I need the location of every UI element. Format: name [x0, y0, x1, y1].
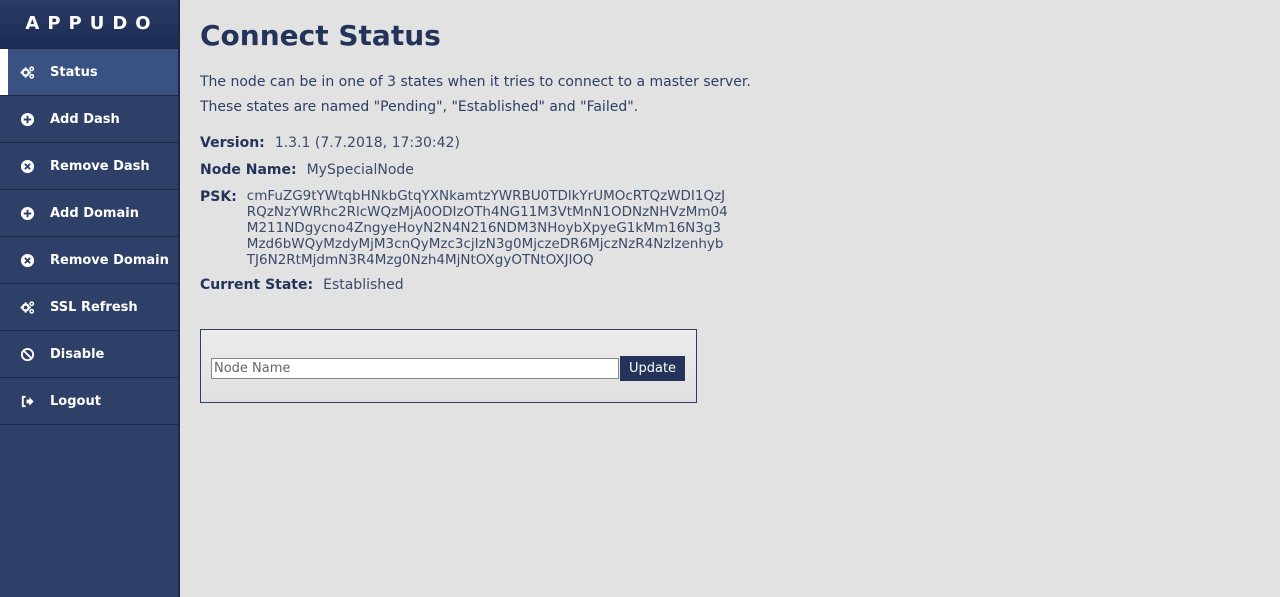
plus-circle-icon: [19, 111, 35, 127]
version-value: 1.3.1 (7.7.2018, 17:30:42): [274, 135, 460, 151]
description-line-2: These states are named "Pending", "Estab…: [200, 99, 639, 115]
sign-out-icon: [19, 393, 35, 409]
gears-icon: [19, 299, 35, 315]
brand-logo: APPUDO: [0, 0, 178, 49]
psk-label: PSK:: [200, 189, 237, 205]
sidebar-item-remove-domain[interactable]: Remove Domain: [0, 237, 178, 284]
sidebar-item-label: Add Domain: [50, 205, 139, 221]
x-circle-icon: [19, 158, 35, 174]
main-content: Connect Status The node can be in one of…: [200, 0, 1280, 403]
sidebar-item-label: Logout: [50, 393, 101, 409]
gears-icon: [19, 64, 35, 80]
x-circle-icon: [19, 252, 35, 268]
node-name-label: Node Name:: [200, 162, 297, 178]
plus-circle-icon: [19, 205, 35, 221]
version-row: Version: 1.3.1 (7.7.2018, 17:30:42): [200, 134, 1280, 152]
page-title: Connect Status: [200, 19, 441, 52]
sidebar-item-label: Status: [50, 64, 98, 80]
version-label: Version:: [200, 135, 265, 151]
sidebar-item-label: Remove Dash: [50, 158, 150, 174]
current-state-label: Current State:: [200, 277, 314, 293]
sidebar-item-add-domain[interactable]: Add Domain: [0, 190, 178, 237]
sidebar-item-label: Remove Domain: [50, 252, 169, 268]
current-state-value: Established: [323, 277, 404, 293]
sidebar: APPUDO Status Add Dash Remove Dash Add D…: [0, 0, 180, 597]
node-name-value: MySpecialNode: [306, 162, 414, 178]
sidebar-item-remove-dash[interactable]: Remove Dash: [0, 143, 178, 190]
psk-row: PSK: cmFuZG9tYWtqbHNkbGtqYXNkamtzYWRBU0T…: [200, 188, 1280, 268]
sidebar-item-logout[interactable]: Logout: [0, 378, 178, 425]
sidebar-item-status[interactable]: Status: [0, 49, 178, 96]
psk-value: cmFuZG9tYWtqbHNkbGtqYXNkamtzYWRBU0TDlkYr…: [246, 188, 728, 268]
description-line-1: The node can be in one of 3 states when …: [200, 74, 751, 90]
sidebar-item-ssl-refresh[interactable]: SSL Refresh: [0, 284, 178, 331]
sidebar-item-label: Disable: [50, 346, 105, 362]
update-button[interactable]: Update: [620, 356, 685, 381]
node-name-form: Update: [200, 329, 697, 403]
current-state-row: Current State: Established: [200, 276, 1280, 294]
sidebar-item-label: Add Dash: [50, 111, 120, 127]
node-name-row: Node Name: MySpecialNode: [200, 161, 1280, 179]
sidebar-item-add-dash[interactable]: Add Dash: [0, 96, 178, 143]
sidebar-item-disable[interactable]: Disable: [0, 331, 178, 378]
sidebar-item-label: SSL Refresh: [50, 299, 138, 315]
ban-icon: [19, 346, 35, 362]
node-name-input[interactable]: [211, 358, 619, 379]
